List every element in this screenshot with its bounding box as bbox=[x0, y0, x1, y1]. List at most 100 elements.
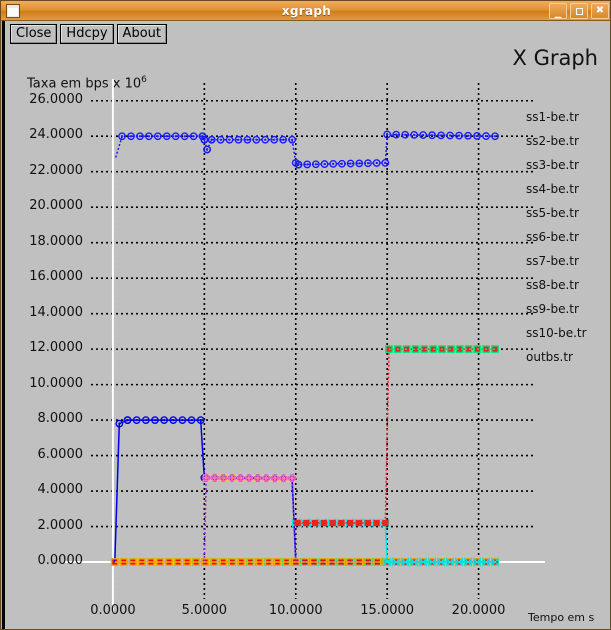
marker-circle-center bbox=[210, 138, 213, 141]
marker-circle-dot bbox=[320, 160, 329, 168]
marker-circle-center bbox=[181, 418, 184, 422]
marker-circle-plus bbox=[271, 474, 279, 483]
marker-circle-center bbox=[203, 138, 206, 141]
marker-circle-center bbox=[466, 134, 470, 137]
series-line bbox=[297, 348, 495, 524]
marker-circle-center bbox=[144, 418, 147, 422]
marker-circle-center bbox=[255, 138, 258, 141]
marker-circle-center bbox=[448, 134, 452, 137]
marker-circle-center bbox=[457, 134, 461, 137]
marker-circle-center bbox=[422, 133, 425, 137]
marker-square-filled bbox=[294, 519, 301, 527]
minimize-button[interactable]: _ bbox=[549, 3, 567, 19]
marker-circle-center bbox=[183, 135, 186, 138]
legend-label: outbs.tr bbox=[526, 350, 573, 364]
marker-square-filled bbox=[385, 345, 393, 353]
close-icon: ✖ bbox=[595, 5, 605, 16]
series-line bbox=[114, 133, 496, 166]
y-tick-label: 24.0000 bbox=[29, 127, 83, 143]
legend-label: ss4-be.tr bbox=[526, 182, 579, 196]
legend-label: ss9-be.tr bbox=[526, 302, 579, 316]
marker-circle-center bbox=[129, 135, 133, 138]
series-line bbox=[295, 522, 495, 563]
marker-circle-dot bbox=[381, 158, 390, 167]
legend-entry: ss5-be.tr bbox=[513, 199, 610, 223]
minimize-icon: _ bbox=[554, 4, 562, 19]
marker-circle-center bbox=[237, 138, 240, 141]
legend-label: ss1-be.tr bbox=[526, 110, 579, 124]
close-window-button[interactable]: ✖ bbox=[591, 3, 609, 19]
y-tick-label: 12.0000 bbox=[29, 340, 83, 356]
marker-square-filled bbox=[382, 519, 389, 527]
marker-circle-center bbox=[413, 133, 416, 136]
marker-circle-center bbox=[174, 135, 177, 138]
marker-circle-center bbox=[349, 162, 352, 165]
marker-circle-plus bbox=[202, 473, 211, 482]
legend: ss1-be.tr ss2-be.tr ss3-be.tr ss4-be.tr ss5-… bbox=[513, 103, 610, 367]
marker-circle-center bbox=[386, 133, 389, 136]
marker-circle-center bbox=[340, 162, 344, 165]
legend-entry: ss6-be.tr bbox=[513, 223, 610, 247]
legend-entry: outbs.tr bbox=[513, 343, 610, 367]
legend-entry: ss10-be.tr bbox=[513, 319, 610, 343]
marker-square-filled bbox=[347, 519, 354, 527]
marker-circle-center bbox=[147, 135, 150, 138]
legend-entry: ss4-be.tr bbox=[513, 175, 610, 199]
y-tick-label: 18.0000 bbox=[29, 233, 83, 249]
marker-circle-center bbox=[366, 162, 370, 165]
marker-circle-center bbox=[228, 138, 231, 141]
series-ss5-be-tr bbox=[201, 473, 297, 563]
marker-circle-center bbox=[138, 135, 142, 138]
marker-circle-center bbox=[273, 138, 276, 141]
marker-circle-plus bbox=[279, 474, 288, 483]
marker-circle-center bbox=[395, 133, 398, 136]
marker-circle-dot bbox=[410, 130, 419, 139]
x-tick-label: 10.0000 bbox=[268, 603, 323, 618]
y-tick-label: 8.0000 bbox=[37, 411, 84, 427]
legend-entry: ss1-be.tr bbox=[513, 103, 610, 127]
marker-circle-center bbox=[172, 418, 175, 422]
marker-circle-center bbox=[314, 163, 317, 166]
marker-square-filled bbox=[329, 519, 336, 527]
marker-circle-center bbox=[306, 163, 309, 166]
marker-circle-plus bbox=[219, 474, 228, 482]
marker-circle-dot bbox=[419, 131, 428, 139]
marker-circle-center bbox=[375, 161, 378, 165]
marker-square-filled bbox=[373, 519, 380, 527]
marker-circle-plus bbox=[288, 474, 296, 483]
marker-square-filled bbox=[338, 519, 345, 527]
legend-entry: ss3-be.tr bbox=[513, 151, 610, 175]
marker-circle-plus bbox=[236, 474, 245, 482]
marker-circle-dot bbox=[216, 135, 225, 144]
y-tick-label: 10.0000 bbox=[29, 375, 83, 391]
maximize-button[interactable] bbox=[570, 3, 588, 19]
y-tick-label: 6.0000 bbox=[37, 446, 84, 462]
xgraph-window: xgraph _ ✖ Close Hdcpy About X Graph Tax… bbox=[0, 0, 611, 630]
window-controls: _ ✖ bbox=[549, 3, 609, 19]
marker-circle-plus bbox=[262, 474, 271, 482]
marker-circle-center bbox=[118, 422, 121, 425]
title-bar[interactable]: xgraph _ ✖ bbox=[1, 1, 610, 21]
marker-circle-center bbox=[475, 134, 479, 138]
marker-square-filled bbox=[364, 519, 371, 527]
marker-circle-center bbox=[153, 418, 157, 422]
legend-entry: ss8-be.tr bbox=[513, 271, 610, 295]
legend-entry: ss2-be.tr bbox=[513, 127, 610, 151]
legend-label: ss6-be.tr bbox=[526, 230, 579, 244]
marker-circle-center bbox=[165, 135, 168, 138]
marker-circle-center bbox=[358, 162, 361, 165]
marker-circle-center bbox=[297, 163, 300, 166]
marker-circle-plus bbox=[245, 474, 253, 482]
y-tick-label: 4.0000 bbox=[37, 482, 84, 498]
series-ss9-be-tr bbox=[294, 345, 499, 527]
marker-circle-dot bbox=[329, 160, 338, 168]
marker-square-filled bbox=[491, 345, 499, 353]
marker-circle-center bbox=[264, 138, 267, 141]
legend-entry: ss9-be.tr bbox=[513, 295, 610, 319]
legend-label: ss5-be.tr bbox=[526, 206, 579, 220]
marker-circle-plus bbox=[253, 474, 262, 482]
marker-circle-center bbox=[431, 134, 434, 137]
marker-circle-dot bbox=[261, 135, 270, 144]
marker-circle-center bbox=[384, 161, 387, 164]
y-tick-label: 14.0000 bbox=[29, 304, 83, 320]
